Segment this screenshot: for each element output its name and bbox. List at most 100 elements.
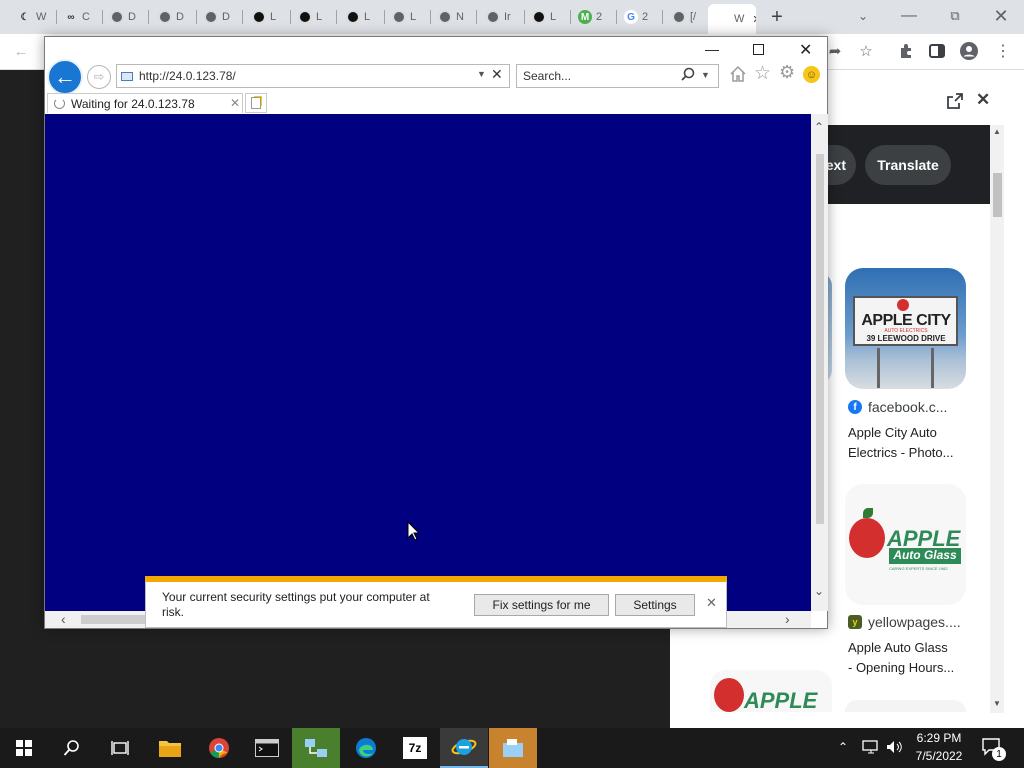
sevenzip-icon[interactable]: 7z — [391, 728, 439, 768]
ie-search-placeholder[interactable]: Search... — [523, 69, 571, 83]
favorites-star-icon[interactable]: ☆ — [754, 62, 771, 85]
partial-result-thumb[interactable] — [845, 700, 966, 712]
feedback-smiley-icon[interactable]: ☺ — [803, 66, 820, 83]
scroll-down-arrow[interactable]: ▼ — [993, 699, 1001, 708]
terminal-icon[interactable] — [243, 728, 291, 768]
scroll-left-arrow[interactable]: ‹ — [61, 611, 66, 627]
address-dropdown-icon[interactable]: ▼ — [477, 69, 486, 79]
edge-icon[interactable] — [342, 728, 390, 768]
ie-vertical-scrollbar[interactable]: ⌃ ⌄ — [811, 114, 828, 611]
ie-address-text[interactable]: http://24.0.123.78/ — [139, 69, 236, 83]
chrome-tab[interactable]: D — [102, 6, 146, 28]
search-icon[interactable] — [681, 67, 695, 84]
ie-close-icon[interactable]: ✕ — [799, 40, 812, 60]
ie-forward-button[interactable]: ⇨ — [87, 65, 111, 89]
tab-close-icon[interactable]: ✕ — [752, 13, 756, 26]
start-button-windows-icon[interactable] — [0, 728, 48, 768]
chrome-icon[interactable] — [195, 728, 243, 768]
volume-icon[interactable] — [886, 740, 904, 757]
bookmark-star-icon[interactable]: ☆ — [853, 38, 879, 64]
chrome-tab[interactable]: N — [430, 6, 474, 28]
chrome-tab[interactable]: M2 — [570, 6, 614, 28]
result-source-facebook[interactable]: f facebook.c... — [848, 399, 947, 415]
restore-icon[interactable]: ⧉ — [932, 0, 978, 32]
ie-scroll-thumb[interactable] — [816, 154, 824, 524]
tab-favicon-icon — [204, 10, 218, 24]
ie-address-bar[interactable]: http://24.0.123.78/ ▼ ✕ — [116, 64, 510, 88]
chrome-tab[interactable]: L — [338, 6, 382, 28]
home-icon[interactable] — [729, 65, 747, 86]
chrome-tab[interactable]: G2 — [616, 6, 660, 28]
tab-search-icon[interactable]: ⌄ — [840, 0, 886, 32]
chrome-tab[interactable]: D — [196, 6, 240, 28]
network-app-icon[interactable] — [292, 728, 340, 768]
minimize-icon[interactable]: — — [886, 0, 932, 32]
chrome-tab[interactable]: [/ — [664, 6, 708, 28]
ie-page-content[interactable] — [45, 114, 811, 611]
stop-loading-icon[interactable]: ✕ — [491, 66, 503, 83]
chrome-tab[interactable]: L — [244, 6, 288, 28]
network-status-icon[interactable] — [862, 740, 880, 757]
result-source-yellowpages[interactable]: y yellowpages.... — [848, 614, 961, 630]
ie-tab-loading[interactable]: Waiting for 24.0.123.78 ✕ — [47, 93, 243, 113]
result-title[interactable]: Apple Auto Glass - Opening Hours... — [848, 638, 954, 678]
task-view-icon[interactable] — [96, 728, 144, 768]
side-panel-icon[interactable] — [924, 38, 950, 64]
partial-result-thumb[interactable]: APPLE — [710, 670, 832, 712]
ie-maximize-icon[interactable] — [753, 44, 764, 55]
file-explorer-icon[interactable] — [146, 728, 194, 768]
result-title-line: Electrics - Photo... — [848, 445, 954, 460]
profile-icon[interactable] — [956, 38, 982, 64]
scroll-up-arrow[interactable]: ▲ — [993, 127, 1001, 136]
fix-settings-button[interactable]: Fix settings for me — [474, 594, 609, 616]
search-icon[interactable] — [48, 728, 96, 768]
chrome-tab[interactable]: L — [384, 6, 428, 28]
settings-button[interactable]: Settings — [615, 594, 695, 616]
extensions-icon[interactable] — [893, 38, 919, 64]
chrome-tab-label: 2 — [642, 11, 649, 23]
remote-app-icon[interactable] — [489, 728, 537, 768]
close-icon[interactable]: ✕ — [978, 0, 1024, 32]
new-tab-button[interactable]: + — [764, 5, 790, 29]
chrome-tab[interactable]: W✕ — [708, 4, 756, 34]
scroll-up-arrow[interactable]: ⌃ — [814, 120, 824, 134]
show-hidden-icons-chevron[interactable]: ⌃ — [838, 740, 848, 754]
clock-time[interactable]: 6:29 PM — [916, 731, 962, 745]
chrome-tab[interactable]: Ir — [478, 6, 522, 28]
apple-logo-red — [897, 299, 909, 311]
chrome-tab[interactable]: ∞ C — [56, 6, 100, 28]
scroll-down-arrow[interactable]: ⌄ — [814, 584, 824, 598]
open-new-tab-icon[interactable] — [946, 92, 966, 112]
chrome-tab[interactable]: D — [150, 6, 194, 28]
search-dropdown-icon[interactable]: ▼ — [701, 70, 710, 80]
back-arrow-icon[interactable]: ← — [8, 38, 34, 64]
partial-apple-logo-text: APPLE — [744, 688, 818, 712]
chrome-tab[interactable]: ☾ W — [10, 6, 54, 28]
chrome-tab[interactable]: L — [524, 6, 568, 28]
internet-explorer-icon[interactable] — [440, 728, 488, 768]
chrome-tab[interactable]: L — [290, 6, 334, 28]
clock-date[interactable]: 7/5/2022 — [912, 749, 966, 763]
tab-favicon-icon — [158, 10, 172, 24]
chrome-tab-label: [/ — [690, 11, 697, 23]
scroll-thumb[interactable] — [993, 173, 1002, 217]
tools-gear-icon[interactable]: ⚙ — [779, 62, 795, 83]
result-source-label: yellowpages.... — [868, 614, 961, 630]
result-thumbnail-apple-city[interactable]: APPLE CITY AUTO ELECTRICS 39 LEEWOOD DRI… — [845, 268, 966, 389]
ie-search-box[interactable]: Search... ▼ — [516, 64, 719, 88]
scroll-right-arrow[interactable]: › — [785, 611, 790, 627]
ie-hscroll-thumb[interactable] — [81, 615, 151, 624]
notification-close-icon[interactable]: ✕ — [706, 595, 717, 611]
tab-separator — [336, 10, 337, 24]
result-thumbnail-apple-auto-glass[interactable]: APPLE Auto Glass CARING EXPERTS SINCE 19… — [845, 484, 966, 605]
menu-icon[interactable]: ⋮ — [990, 38, 1016, 64]
ie-tab-close-icon[interactable]: ✕ — [230, 96, 240, 110]
panel-scrollbar[interactable]: ▲ ▼ — [990, 125, 1004, 713]
ie-new-tab-button[interactable] — [245, 93, 267, 113]
ie-back-button[interactable]: ← — [47, 59, 83, 95]
apple-auto-glass-sub: Auto Glass — [889, 548, 961, 564]
translate-pill[interactable]: Translate — [865, 145, 951, 185]
result-title[interactable]: Apple City Auto Electrics - Photo... — [848, 423, 953, 463]
ie-minimize-icon[interactable]: — — [705, 41, 719, 57]
close-panel-icon[interactable]: ✕ — [976, 90, 990, 110]
